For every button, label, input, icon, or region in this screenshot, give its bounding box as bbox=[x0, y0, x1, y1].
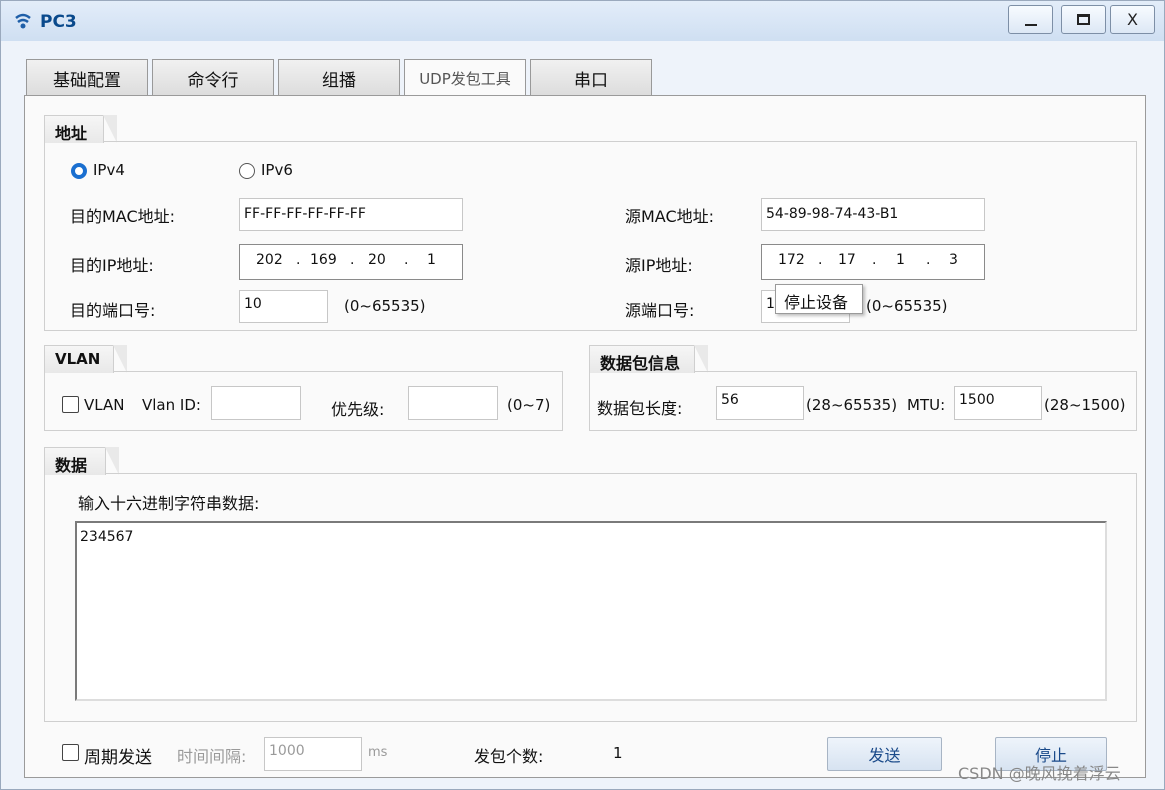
src-ip-octet-2: 17 bbox=[838, 252, 856, 268]
mtu-input[interactable]: 1500 bbox=[954, 386, 1042, 420]
ipv6-label: IPv6 bbox=[261, 161, 293, 179]
ip-dot: . bbox=[350, 252, 355, 268]
interval-input[interactable]: 1000 bbox=[264, 737, 362, 771]
dst-mac-label: 目的MAC地址: bbox=[70, 207, 176, 226]
send-button[interactable]: 发送 bbox=[827, 737, 942, 771]
close-button[interactable]: X bbox=[1110, 5, 1155, 34]
src-ip-octet-3: 1 bbox=[896, 252, 905, 268]
data-prompt: 输入十六进制字符串数据: bbox=[78, 494, 260, 513]
packet-group-title: 数据包信息 bbox=[589, 345, 708, 373]
address-group bbox=[44, 141, 1137, 331]
address-group-title: 地址 bbox=[44, 115, 117, 143]
minimize-icon bbox=[1024, 23, 1037, 26]
dst-port-range: (0~65535) bbox=[344, 297, 426, 315]
periodic-send-checkbox[interactable] bbox=[62, 744, 79, 761]
ipv4-label: IPv4 bbox=[93, 161, 125, 179]
src-ip-octet-4: 3 bbox=[949, 252, 958, 268]
packet-count-value: 1 bbox=[613, 744, 623, 762]
priority-input[interactable] bbox=[408, 386, 498, 420]
title-bar[interactable] bbox=[1, 1, 1164, 41]
packet-count-label: 发包个数: bbox=[474, 747, 544, 766]
dst-ip-octet-4: 1 bbox=[427, 252, 436, 268]
watermark-text: CSDN @晚风挽着浮云 bbox=[958, 764, 1121, 783]
maximize-icon bbox=[1077, 14, 1090, 25]
ip-dot: . bbox=[296, 252, 301, 268]
pc-app-icon bbox=[15, 13, 31, 29]
packet-length-input[interactable]: 56 bbox=[716, 386, 804, 420]
tab-basic-config[interactable]: 基础配置 bbox=[26, 59, 148, 96]
mtu-range: (28~1500) bbox=[1044, 396, 1126, 414]
ipv6-radio[interactable] bbox=[239, 163, 255, 179]
mtu-label: MTU: bbox=[907, 396, 946, 414]
tab-command-line[interactable]: 命令行 bbox=[152, 59, 274, 96]
packet-length-label: 数据包长度: bbox=[597, 399, 683, 418]
src-mac-label: 源MAC地址: bbox=[625, 207, 715, 226]
dst-port-input[interactable]: 10 bbox=[239, 290, 328, 323]
close-icon: X bbox=[1127, 10, 1138, 29]
vlan-checkbox-label: VLAN bbox=[84, 396, 125, 414]
vlan-group-title: VLAN bbox=[44, 345, 127, 373]
window-title: PC3 bbox=[40, 12, 77, 32]
vlan-id-input[interactable] bbox=[211, 386, 301, 420]
interval-unit: ms bbox=[368, 745, 388, 760]
src-port-label: 源端口号: bbox=[625, 301, 695, 320]
periodic-send-label: 周期发送 bbox=[84, 748, 152, 768]
src-port-range: (0~65535) bbox=[866, 297, 948, 315]
stop-device-tooltip: 停止设备 bbox=[775, 284, 863, 314]
priority-label: 优先级: bbox=[331, 400, 385, 419]
vlan-checkbox[interactable] bbox=[62, 396, 79, 413]
ip-dot: . bbox=[926, 252, 931, 268]
divider bbox=[106, 473, 1137, 474]
dst-ip-label: 目的IP地址: bbox=[70, 256, 154, 275]
divider bbox=[114, 371, 563, 372]
vlan-id-label: Vlan ID: bbox=[142, 396, 201, 414]
dst-ip-octet-1: 202 bbox=[256, 252, 283, 268]
interval-label: 时间间隔: bbox=[177, 747, 247, 766]
tab-serial[interactable]: 串口 bbox=[530, 59, 652, 96]
dst-ip-octet-3: 20 bbox=[368, 252, 386, 268]
src-mac-input[interactable]: 54-89-98-74-43-B1 bbox=[761, 198, 985, 231]
tab-udp-tool[interactable]: UDP发包工具 bbox=[404, 59, 526, 97]
packet-length-range: (28~65535) bbox=[806, 396, 898, 414]
divider bbox=[695, 371, 1137, 372]
ip-dot: . bbox=[818, 252, 823, 268]
dst-ip-octet-2: 169 bbox=[310, 252, 337, 268]
ip-dot: . bbox=[872, 252, 877, 268]
ipv4-radio[interactable] bbox=[71, 163, 87, 179]
src-ip-octet-1: 172 bbox=[778, 252, 805, 268]
src-ip-input[interactable]: 172 . 17 . 1 . 3 bbox=[761, 244, 985, 280]
dst-mac-input[interactable]: FF-FF-FF-FF-FF-FF bbox=[239, 198, 463, 231]
divider bbox=[104, 141, 1137, 142]
dst-port-label: 目的端口号: bbox=[70, 301, 156, 320]
src-ip-label: 源IP地址: bbox=[625, 256, 693, 275]
hex-data-textarea[interactable]: 234567 bbox=[75, 521, 1107, 701]
priority-range: (0~7) bbox=[507, 396, 551, 414]
tab-multicast[interactable]: 组播 bbox=[278, 59, 400, 96]
ip-dot: . bbox=[404, 252, 409, 268]
dst-ip-input[interactable]: 202 . 169 . 20 . 1 bbox=[239, 244, 463, 280]
data-group-title: 数据 bbox=[44, 447, 119, 475]
maximize-button[interactable] bbox=[1061, 5, 1106, 34]
minimize-button[interactable] bbox=[1008, 5, 1053, 34]
